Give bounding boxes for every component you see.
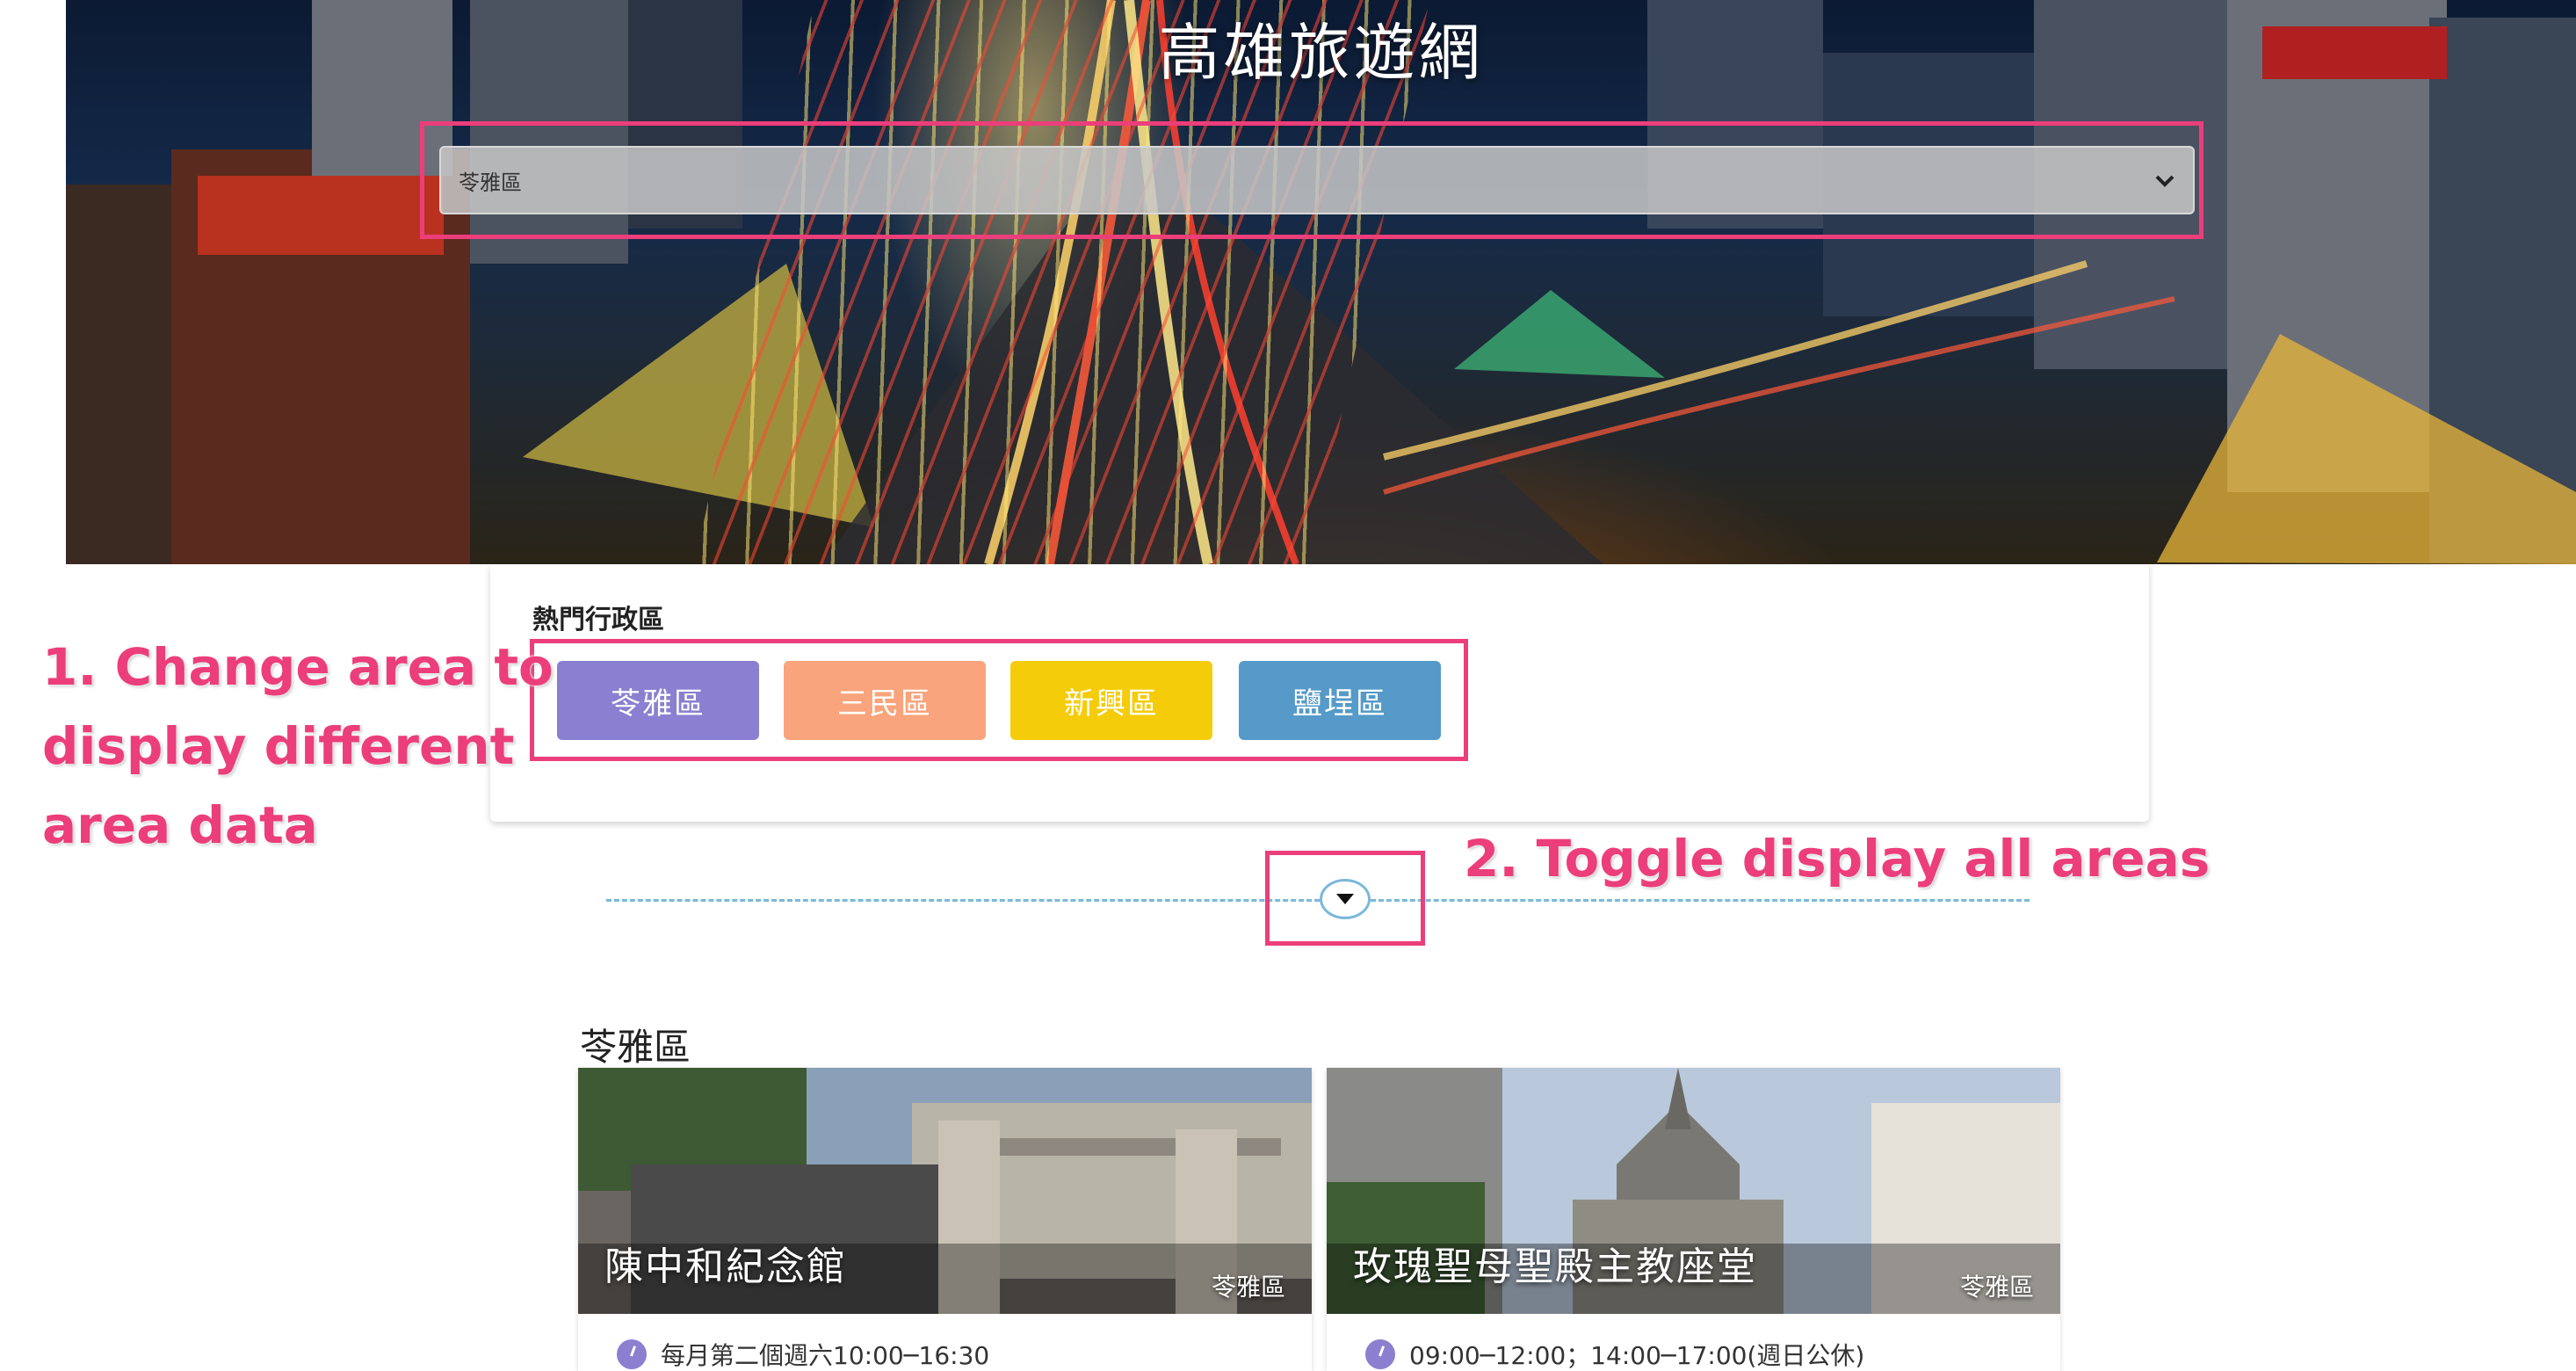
spot-hours: 09:00─12:00；14:00─17:00(週日公休) <box>1365 1337 1864 1371</box>
district-button-sanmin[interactable]: 三民區 <box>784 661 986 740</box>
caret-down-icon <box>1336 894 1354 904</box>
spot-zone: 苓雅區 <box>1959 1273 2034 1302</box>
spot-hours-text: 每月第二個週六10:00─16:30 <box>661 1341 990 1370</box>
district-button-yancheng[interactable]: 鹽埕區 <box>1239 661 1441 740</box>
spot-card[interactable]: 玫瑰聖母聖殿主教座堂 苓雅區 09:00─12:00；14:00─17:00(週… <box>1327 1068 2060 1371</box>
district-button-xinxing[interactable]: 新興區 <box>1010 661 1212 740</box>
chevron-down-icon <box>2149 165 2181 197</box>
spot-hours-text: 09:00─12:00；14:00─17:00(週日公休) <box>1409 1341 1865 1370</box>
district-select[interactable]: 苓雅區 <box>439 146 2195 214</box>
spot-card[interactable]: 陳中和紀念館 苓雅區 每月第二個週六10:00─16:30 <box>578 1068 1312 1371</box>
annotation-line: 1. Change area to <box>42 637 554 697</box>
spot-hours: 每月第二個週六10:00─16:30 <box>617 1337 989 1371</box>
section-title: 苓雅區 <box>580 1026 691 1069</box>
hero-banner: 高雄旅遊網 <box>66 0 2576 564</box>
annotation-line: display different <box>42 716 515 776</box>
site-title: 高雄旅遊網 <box>1158 17 1484 89</box>
spot-name: 陳中和紀念館 <box>604 1244 847 1289</box>
toggle-all-areas-button[interactable] <box>1320 879 1371 919</box>
divider-right <box>1371 899 2030 902</box>
spot-name: 玫瑰聖母聖殿主教座堂 <box>1353 1244 1757 1289</box>
district-button-lingya[interactable]: 苓雅區 <box>557 661 759 740</box>
annotation-line: area data <box>42 795 318 855</box>
annotation-change-area: 1. Change area to display different area… <box>42 627 554 865</box>
clock-icon <box>1365 1339 1395 1369</box>
clock-icon <box>617 1339 647 1369</box>
annotation-toggle: 2. Toggle display all areas <box>1464 829 2211 889</box>
divider-left <box>606 899 1320 902</box>
spot-zone: 苓雅區 <box>1211 1273 1285 1302</box>
district-select-value: 苓雅區 <box>459 170 522 195</box>
